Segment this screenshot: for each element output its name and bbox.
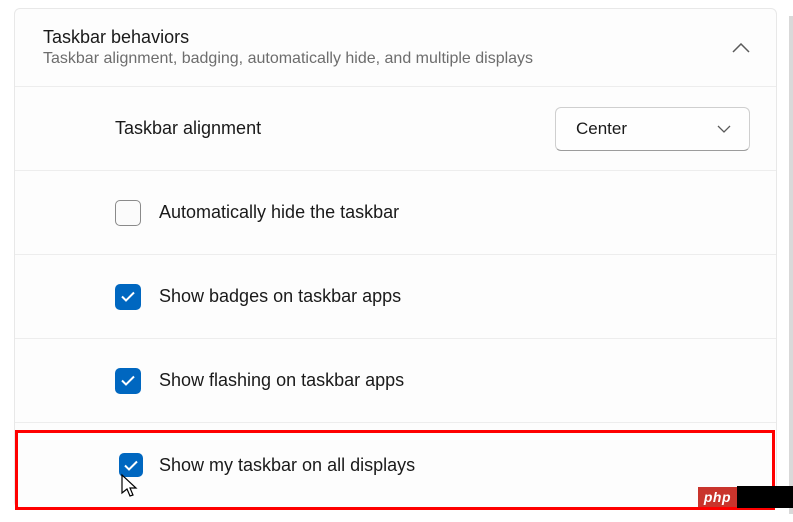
alignment-dropdown[interactable]: Center: [555, 107, 750, 151]
checkmark-icon: [121, 375, 135, 386]
alignment-selected: Center: [576, 119, 627, 139]
taskbar-behaviors-panel: Taskbar behaviors Taskbar alignment, bad…: [14, 8, 777, 508]
autohide-checkbox[interactable]: [115, 200, 141, 226]
taskbar-behaviors-header[interactable]: Taskbar behaviors Taskbar alignment, bad…: [15, 9, 776, 87]
checkmark-icon: [124, 460, 138, 471]
header-text-group: Taskbar behaviors Taskbar alignment, bad…: [43, 27, 533, 68]
autohide-label: Automatically hide the taskbar: [159, 202, 399, 223]
watermark: php: [698, 486, 793, 508]
flashing-checkbox[interactable]: [115, 368, 141, 394]
section-title: Taskbar behaviors: [43, 27, 533, 48]
badges-checkbox[interactable]: [115, 284, 141, 310]
alignment-label: Taskbar alignment: [115, 118, 261, 139]
flashing-label: Show flashing on taskbar apps: [159, 370, 404, 391]
badges-label: Show badges on taskbar apps: [159, 286, 401, 307]
watermark-block: [737, 486, 793, 508]
checkmark-icon: [121, 291, 135, 302]
all-displays-row: Show my taskbar on all displays: [15, 423, 776, 507]
taskbar-alignment-row: Taskbar alignment Center: [15, 87, 776, 171]
badges-row: Show badges on taskbar apps: [15, 255, 776, 339]
chevron-up-icon: [732, 43, 750, 53]
watermark-text: php: [698, 487, 737, 507]
section-subtitle: Taskbar alignment, badging, automaticall…: [43, 50, 533, 68]
autohide-row: Automatically hide the taskbar: [15, 171, 776, 255]
all-displays-checkbox[interactable]: [119, 453, 143, 477]
chevron-down-icon: [717, 125, 731, 133]
all-displays-label: Show my taskbar on all displays: [159, 455, 415, 476]
scrollbar-edge: [789, 16, 793, 514]
flashing-row: Show flashing on taskbar apps: [15, 339, 776, 423]
